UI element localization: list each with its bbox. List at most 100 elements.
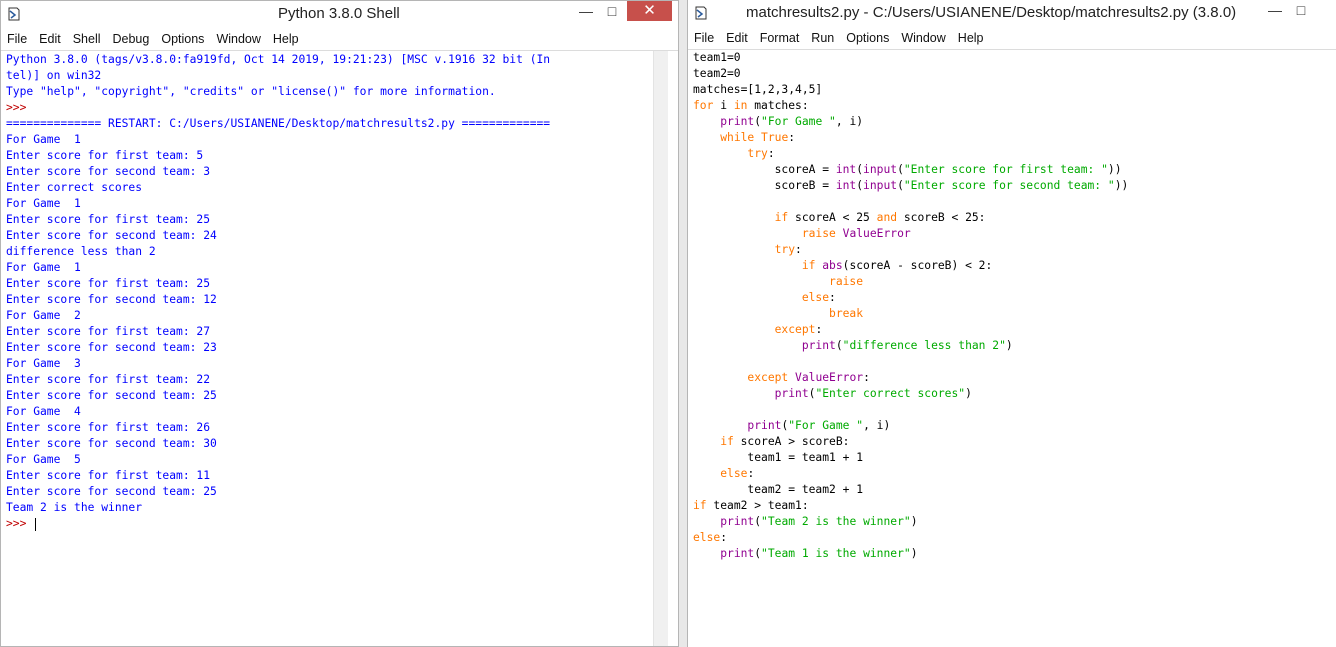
- code-line: print("Enter correct scores"): [693, 386, 1128, 402]
- editor-maximize-button[interactable]: □: [1288, 0, 1314, 20]
- shell-line: For Game 1: [6, 133, 81, 146]
- editor-menu-window[interactable]: Window: [895, 31, 951, 45]
- text-cursor: [35, 517, 37, 531]
- editor-menu-format[interactable]: Format: [754, 31, 806, 45]
- shell-line: Python 3.8.0 (tags/v3.8.0:fa919fd, Oct 1…: [6, 53, 551, 66]
- code-token: if: [720, 435, 734, 448]
- shell-line: Enter score for first team: 5: [6, 149, 204, 162]
- code-line: print("Team 1 is the winner"): [693, 546, 1128, 562]
- code-line: team2=0: [693, 66, 1128, 82]
- code-token: (: [897, 163, 904, 176]
- code-token: team2 = team2 + 1: [693, 483, 864, 496]
- code-token: (: [835, 339, 843, 352]
- code-token: :: [863, 371, 870, 384]
- editor-menu-edit[interactable]: Edit: [720, 31, 754, 45]
- code-token: ValueError: [795, 371, 864, 384]
- shell-line: Enter score for first team: 11: [6, 469, 211, 482]
- code-token: print: [720, 115, 755, 128]
- shell-line: For Game 5: [6, 453, 81, 466]
- code-token: try: [747, 147, 768, 160]
- code-token: "difference less than 2": [842, 339, 1006, 352]
- code-token: input: [863, 163, 898, 176]
- shell-maximize-button[interactable]: □: [599, 1, 625, 21]
- code-token: :: [747, 467, 755, 480]
- code-token: (scoreA - scoreB) < 2:: [842, 259, 993, 272]
- editor-minimize-button[interactable]: —: [1262, 0, 1288, 20]
- shell-line: Enter score for first team: 27: [6, 325, 211, 338]
- code-line: try:: [693, 242, 1128, 258]
- editor-menu-file[interactable]: File: [688, 31, 720, 45]
- code-token: except: [747, 371, 789, 384]
- shell-line: Enter score for first team: 22: [6, 373, 211, 386]
- shell-scrollbar[interactable]: [653, 51, 668, 646]
- code-line: scoreA = int(input("Enter score for firs…: [693, 162, 1128, 178]
- code-line: scoreB = int(input("Enter score for seco…: [693, 178, 1129, 194]
- code-token: team2=0: [693, 67, 741, 80]
- code-token: )): [1107, 163, 1122, 176]
- code-token: :: [829, 291, 836, 304]
- shell-line: difference less than 2: [6, 245, 156, 258]
- code-token: :: [795, 243, 802, 256]
- shell-line: tel)] on win32: [6, 69, 102, 82]
- editor-title: matchresults2.py - C:/Users/USIANENE/Des…: [746, 4, 1237, 21]
- shell-line: For Game 4: [6, 405, 81, 418]
- shell-line: For Game 3: [6, 357, 81, 370]
- code-token: "Enter score for second team: ": [903, 179, 1115, 192]
- shell-output-area[interactable]: Python 3.8.0 (tags/v3.8.0:fa919fd, Oct 1…: [6, 52, 550, 532]
- editor-menu-options[interactable]: Options: [840, 31, 895, 45]
- shell-titlebar[interactable]: Python 3.8.0 Shell — □ ✕: [1, 1, 678, 28]
- shell-menu-options[interactable]: Options: [155, 32, 210, 46]
- shell-menu-shell[interactable]: Shell: [67, 32, 107, 46]
- shell-line: ============== RESTART: C:/Users/USIANEN…: [6, 117, 551, 130]
- shell-menu-edit[interactable]: Edit: [33, 32, 67, 46]
- code-token: raise: [801, 227, 836, 240]
- shell-minimize-button[interactable]: —: [573, 1, 599, 21]
- code-token: team1=0: [693, 51, 741, 64]
- shell-line: For Game 1: [6, 197, 81, 210]
- code-token: while: [720, 131, 755, 144]
- shell-line: >>>: [6, 101, 34, 114]
- editor-titlebar[interactable]: matchresults2.py - C:/Users/USIANENE/Des…: [688, 0, 1336, 27]
- shell-line: Enter score for first team: 26: [6, 421, 211, 434]
- shell-line: For Game 2: [6, 309, 81, 322]
- code-token: "Enter correct scores": [815, 387, 966, 400]
- shell-menubar: File Edit Shell Debug Options Window Hel…: [1, 28, 678, 51]
- shell-line: Enter score for first team: 25: [6, 213, 211, 226]
- shell-menu-window[interactable]: Window: [210, 32, 266, 46]
- editor-menu-run[interactable]: Run: [805, 31, 840, 45]
- shell-line: Enter score for second team: 30: [6, 437, 217, 450]
- editor-code-area[interactable]: team1=0 team2=0 matches=[1,2,3,4,5] for i i…: [693, 50, 1128, 562]
- code-token: else: [801, 291, 830, 304]
- shell-line: Enter score for second team: 23: [6, 341, 217, 354]
- code-token: except: [774, 323, 816, 336]
- shell-line: Enter correct scores: [6, 181, 143, 194]
- code-token: if: [774, 211, 789, 224]
- code-line: while True:: [693, 130, 1128, 146]
- editor-menu-help[interactable]: Help: [952, 31, 990, 45]
- shell-line: Enter score for second team: 3: [6, 165, 211, 178]
- shell-menu-help[interactable]: Help: [267, 32, 305, 46]
- code-line: else:: [693, 466, 1128, 482]
- code-token: print: [747, 419, 782, 432]
- editor-window: matchresults2.py - C:/Users/USIANENE/Des…: [687, 0, 1336, 647]
- code-line: except ValueError:: [693, 370, 1128, 386]
- code-token: ): [910, 547, 918, 560]
- shell-menu-file[interactable]: File: [1, 32, 33, 46]
- code-line: print("difference less than 2"): [693, 338, 1128, 354]
- code-token: scoreA < 25: [788, 211, 877, 224]
- code-token: :: [815, 323, 823, 336]
- code-token: if: [801, 259, 816, 272]
- python-idle-icon: [8, 7, 20, 21]
- code-token: True: [761, 131, 789, 144]
- shell-menu-debug[interactable]: Debug: [107, 32, 156, 46]
- code-token: "For Game ": [761, 115, 836, 128]
- shell-close-button[interactable]: ✕: [627, 1, 672, 21]
- code-line: if abs(scoreA - scoreB) < 2:: [693, 258, 1128, 274]
